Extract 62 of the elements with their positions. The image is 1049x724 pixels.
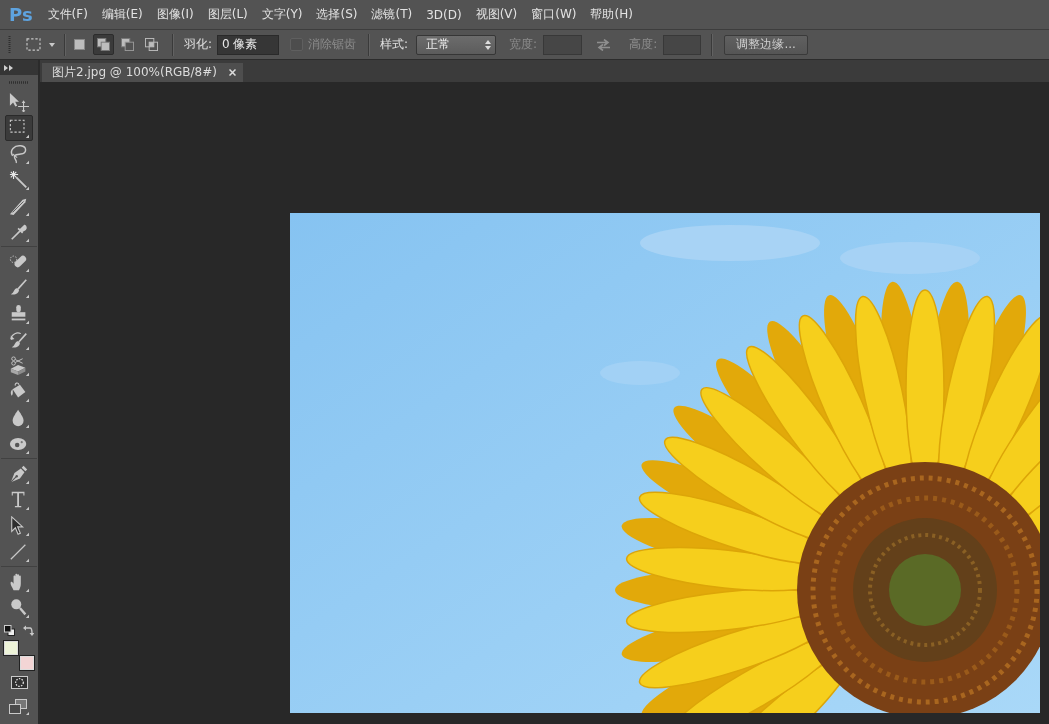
menu-item[interactable]: 文件(F) — [47, 4, 88, 25]
app-logo: Ps — [9, 5, 33, 24]
menu-item[interactable]: 图层(L) — [207, 4, 248, 25]
blade-icon — [9, 196, 29, 216]
paint-bucket-icon — [9, 382, 29, 402]
history-brush-icon — [9, 330, 29, 350]
menu-item[interactable]: 文字(Y) — [261, 4, 303, 25]
background-color-swatch[interactable] — [19, 655, 35, 671]
default-colors-icon — [4, 624, 15, 636]
marquee-icon — [9, 118, 29, 138]
swap-dimensions-button[interactable] — [596, 38, 612, 51]
selection-mode-button[interactable] — [93, 34, 114, 55]
eyedropper-icon — [9, 222, 29, 242]
lasso-icon — [9, 144, 29, 164]
pen-icon — [9, 464, 29, 484]
type-icon — [9, 490, 29, 510]
magic-wand-icon — [9, 170, 29, 190]
close-icon — [228, 69, 236, 76]
quick-mask-button[interactable] — [10, 676, 28, 689]
screen-mode-button[interactable] — [9, 699, 29, 715]
quick-mask-icon — [10, 676, 28, 689]
feather-label: 羽化: — [184, 36, 213, 53]
menu-item[interactable]: 图像(I) — [156, 4, 194, 25]
brush-icon — [9, 278, 29, 298]
arrow-cursor-icon — [9, 516, 29, 536]
document-tab[interactable]: 图片2.jpg @ 100%(RGB/8#) — [42, 63, 243, 82]
tool-button[interactable] — [5, 115, 33, 141]
intersect-selection-icon — [145, 38, 158, 51]
collapse-icon — [4, 64, 13, 71]
marquee-icon — [26, 38, 41, 51]
line-icon — [9, 542, 29, 562]
menu-item[interactable]: 滤镜(T) — [371, 4, 413, 25]
default-colors-button[interactable] — [4, 624, 15, 636]
menu-item[interactable]: 帮助(H) — [590, 4, 633, 25]
style-select[interactable]: 正常 — [416, 34, 497, 55]
magnifier-icon — [9, 598, 29, 618]
screen-mode-icon — [9, 699, 29, 715]
menu-item[interactable]: 编辑(E) — [101, 4, 143, 25]
document-tab-title: 图片2.jpg @ 100%(RGB/8#) — [52, 64, 217, 81]
tool-preset-button[interactable] — [23, 36, 58, 53]
grip-icon — [9, 80, 29, 84]
feather-field[interactable]: 0 像素 — [217, 34, 280, 55]
subtract-selection-icon — [121, 38, 134, 51]
menu-item[interactable]: 3D(D) — [426, 5, 462, 24]
eraser-icon — [9, 356, 29, 376]
move-icon — [9, 92, 29, 112]
add-selection-icon — [97, 38, 110, 51]
menu-item[interactable]: 视图(V) — [475, 4, 518, 25]
up-down-arrows-icon — [485, 39, 492, 50]
menu-item[interactable]: 选择(S) — [316, 4, 358, 25]
hand-icon — [9, 572, 29, 592]
refine-edge-button[interactable]: 调整边缘... — [724, 34, 809, 55]
style-label: 样式: — [380, 36, 409, 53]
stamp-icon — [9, 304, 29, 324]
swap-arrows-icon — [596, 38, 612, 51]
foreground-color-swatch[interactable] — [3, 640, 19, 656]
caret-icon — [49, 42, 55, 47]
swap-arrows-icon — [23, 624, 34, 636]
swap-colors-button[interactable] — [23, 624, 34, 636]
new-selection-icon — [74, 39, 85, 50]
menu-item[interactable]: 窗口(W) — [531, 4, 577, 25]
grip-icon — [8, 35, 11, 54]
